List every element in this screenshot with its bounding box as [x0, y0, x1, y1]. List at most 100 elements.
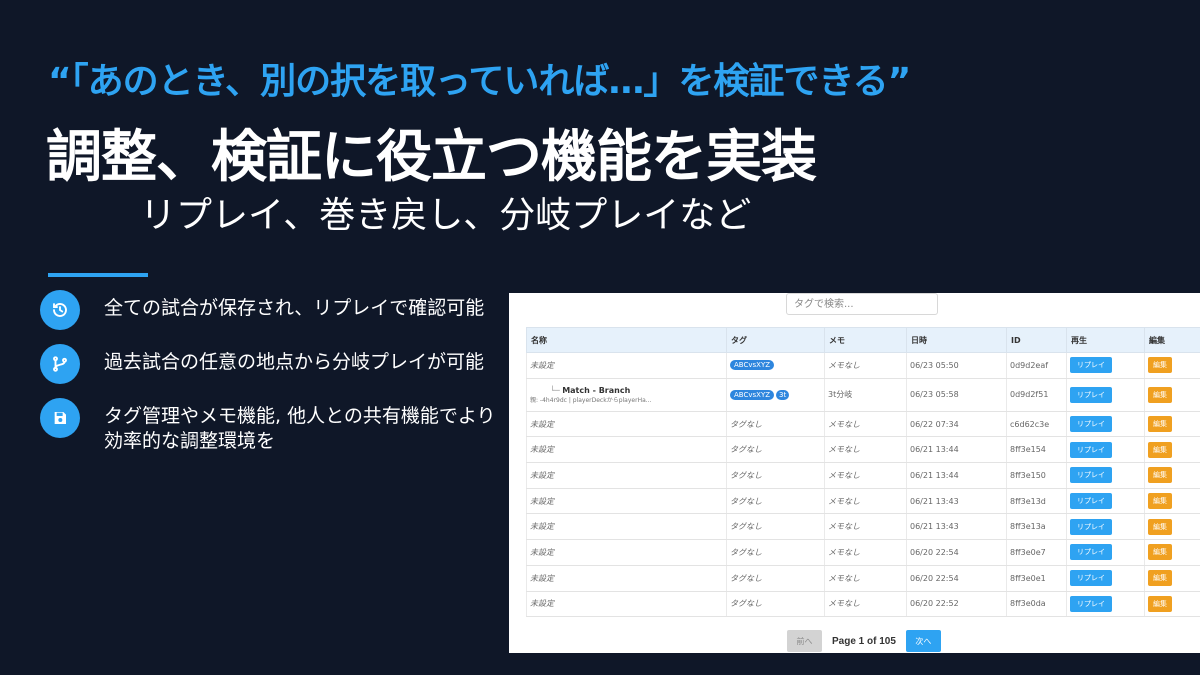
- memo-cell: メモなし: [824, 352, 907, 379]
- table-row[interactable]: 未設定 タグなし メモなし 06/21 13:44 8ff3e154 リプレイ …: [526, 436, 1200, 464]
- table-row[interactable]: 未設定 タグなし メモなし 06/22 07:34 c6d62c3e リプレイ …: [526, 411, 1200, 438]
- match-name: 未設定: [526, 539, 727, 566]
- replay-button[interactable]: リプレイ: [1070, 357, 1112, 374]
- replay-button[interactable]: リプレイ: [1070, 518, 1112, 535]
- edit-cell: 編集: [1144, 436, 1200, 464]
- prev-page-button[interactable]: 前へ: [787, 630, 822, 652]
- edit-button[interactable]: 編集: [1148, 386, 1172, 403]
- edit-cell: 編集: [1144, 539, 1200, 566]
- page-indicator: Page 1 of 105: [832, 635, 896, 647]
- edit-cell: 編集: [1144, 411, 1200, 438]
- next-page-button[interactable]: 次へ: [905, 630, 941, 652]
- replay-button[interactable]: リプレイ: [1070, 416, 1112, 433]
- edit-cell: 編集: [1144, 565, 1200, 592]
- slide-title: 調整、検証に役立つ機能を実装: [46, 125, 817, 190]
- match-name: 未設定: [526, 436, 727, 464]
- table-row[interactable]: 未設定 タグなし メモなし 06/21 13:43 8ff3e13d リプレイ …: [526, 488, 1200, 515]
- edit-button[interactable]: 編集: [1148, 518, 1172, 535]
- date-cell: 06/21 13:43: [906, 513, 1007, 541]
- tag-cell: タグなし: [726, 513, 825, 541]
- memo-cell: メモなし: [824, 591, 907, 618]
- column-header-replay: 再生: [1066, 327, 1145, 353]
- replay-button[interactable]: リプレイ: [1070, 595, 1112, 612]
- branch-name: Match - Branch: [562, 385, 631, 395]
- replay-cell: リプレイ: [1066, 488, 1145, 515]
- edit-button[interactable]: 編集: [1148, 544, 1172, 561]
- tag-badge[interactable]: 3t: [776, 389, 790, 400]
- column-header-date[interactable]: 日時: [906, 327, 1007, 353]
- table-row[interactable]: 未設定 タグなし メモなし 06/21 13:44 8ff3e150 リプレイ …: [526, 462, 1200, 489]
- table-row-branch[interactable]: └─ Match - Branch 親: -4h4r9dc | playerDe…: [526, 378, 1200, 412]
- feature-text: 全ての試合が保存され、リプレイで確認可能: [104, 297, 485, 319]
- table-row[interactable]: 未設定 タグなし メモなし 06/21 13:43 8ff3e13a リプレイ …: [526, 513, 1200, 541]
- date-cell: 06/22 07:34: [906, 411, 1007, 438]
- match-list-screenshot: 名称 タグ メモ 日時 ID 再生 編集 未設定 ABCvsXYZ メモなし 0…: [509, 293, 1200, 653]
- match-name: 未設定: [526, 352, 727, 379]
- edit-button[interactable]: 編集: [1148, 441, 1172, 458]
- tag-cell: タグなし: [726, 436, 825, 464]
- match-name: 未設定: [526, 411, 727, 438]
- edit-button[interactable]: 編集: [1148, 467, 1172, 484]
- edit-button[interactable]: 編集: [1148, 357, 1172, 374]
- replay-button[interactable]: リプレイ: [1070, 544, 1112, 561]
- replay-cell: リプレイ: [1066, 378, 1145, 412]
- edit-button[interactable]: 編集: [1148, 493, 1172, 510]
- memo-cell: メモなし: [824, 436, 907, 464]
- pagination: 前へ Page 1 of 105 次へ: [787, 630, 941, 652]
- edit-cell: 編集: [1144, 462, 1200, 489]
- edit-button[interactable]: 編集: [1148, 570, 1172, 587]
- match-name: └─ Match - Branch 親: -4h4r9dc | playerDe…: [526, 378, 727, 412]
- tag-cell: タグなし: [726, 591, 825, 618]
- edit-cell: 編集: [1144, 488, 1200, 515]
- feature-text: 過去試合の任意の地点から分岐プレイが可能: [104, 351, 485, 373]
- branch-title: └─ Match - Branch: [530, 386, 726, 395]
- match-table: 名称 タグ メモ 日時 ID 再生 編集 未設定 ABCvsXYZ メモなし 0…: [526, 327, 1200, 618]
- tag-badge[interactable]: ABCvsXYZ: [730, 389, 775, 400]
- history-icon: [40, 290, 80, 330]
- tag-cell: ABCvsXYZ 3t: [726, 378, 825, 412]
- replay-button[interactable]: リプレイ: [1070, 441, 1112, 458]
- table-row[interactable]: 未設定 タグなし メモなし 06/20 22:54 8ff3e0e1 リプレイ …: [526, 565, 1200, 592]
- replay-button[interactable]: リプレイ: [1070, 493, 1112, 510]
- memo-cell: メモなし: [824, 539, 907, 566]
- tag-badge[interactable]: ABCvsXYZ: [730, 360, 775, 371]
- date-cell: 06/20 22:54: [906, 565, 1007, 592]
- column-header-tag[interactable]: タグ: [726, 327, 825, 353]
- replay-cell: リプレイ: [1066, 539, 1145, 566]
- id-cell: 0d9d2eaf: [1006, 352, 1067, 379]
- date-cell: 06/23 05:50: [906, 352, 1007, 379]
- tag-cell: タグなし: [726, 462, 825, 489]
- tag-cell: タグなし: [726, 539, 825, 566]
- table-row[interactable]: 未設定 ABCvsXYZ メモなし 06/23 05:50 0d9d2eaf リ…: [526, 352, 1200, 379]
- date-cell: 06/21 13:43: [906, 488, 1007, 515]
- replay-cell: リプレイ: [1066, 591, 1145, 618]
- replay-cell: リプレイ: [1066, 565, 1145, 592]
- memo-cell: メモなし: [824, 565, 907, 592]
- edit-button[interactable]: 編集: [1148, 416, 1172, 433]
- table-row[interactable]: 未設定 タグなし メモなし 06/20 22:54 8ff3e0e7 リプレイ …: [526, 539, 1200, 566]
- memo-cell: メモなし: [824, 488, 907, 515]
- table-row[interactable]: 未設定 タグなし メモなし 06/20 22:52 8ff3e0da リプレイ …: [526, 591, 1200, 618]
- tag-cell: ABCvsXYZ: [726, 352, 825, 379]
- replay-cell: リプレイ: [1066, 436, 1145, 464]
- edit-button[interactable]: 編集: [1148, 595, 1172, 612]
- date-cell: 06/20 22:54: [906, 539, 1007, 566]
- id-cell: 8ff3e0da: [1006, 591, 1067, 618]
- memo-cell: メモなし: [824, 462, 907, 489]
- id-cell: 0d9d2f51: [1006, 378, 1067, 412]
- tag-search-input[interactable]: [786, 293, 938, 315]
- replay-cell: リプレイ: [1066, 513, 1145, 541]
- replay-button[interactable]: リプレイ: [1070, 570, 1112, 587]
- column-header-id[interactable]: ID: [1006, 327, 1067, 353]
- column-header-name[interactable]: 名称: [526, 327, 727, 353]
- replay-button[interactable]: リプレイ: [1070, 386, 1112, 403]
- match-name: 未設定: [526, 591, 727, 618]
- column-header-memo[interactable]: メモ: [824, 327, 907, 353]
- replay-button[interactable]: リプレイ: [1070, 467, 1112, 484]
- branch-connector: └─: [550, 385, 563, 395]
- date-cell: 06/21 13:44: [906, 436, 1007, 464]
- id-cell: 8ff3e13a: [1006, 513, 1067, 541]
- edit-cell: 編集: [1144, 591, 1200, 618]
- tag-cell: タグなし: [726, 488, 825, 515]
- memo-cell: メモなし: [824, 411, 907, 438]
